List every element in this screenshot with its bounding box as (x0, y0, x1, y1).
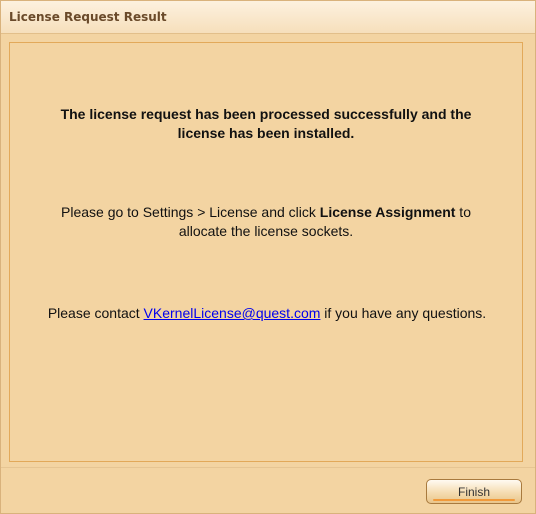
footer-divider (1, 467, 535, 468)
dialog-title: License Request Result (9, 10, 167, 24)
finish-button[interactable]: Finish (426, 479, 522, 504)
result-content-panel: The license request has been processed s… (9, 42, 523, 462)
instruction-suffix: to (455, 204, 471, 220)
success-message-line-1: The license request has been processed s… (60, 106, 472, 122)
instruction-prefix: Please go to Settings > License and clic… (61, 204, 320, 220)
license-request-result-dialog: License Request Result The license reque… (0, 0, 536, 514)
dialog-titlebar: License Request Result (1, 1, 535, 34)
contact-email-link[interactable]: VKernelLicense@quest.com (144, 305, 321, 321)
success-message-line-2: license has been installed. (177, 125, 355, 141)
license-assignment-label: License Assignment (319, 204, 456, 220)
contact-prefix: Please contact (47, 305, 144, 321)
contact-line: Please contact VKernelLicense@quest.com … (2, 304, 532, 323)
contact-suffix: if you have any questions. (320, 305, 487, 321)
instruction-line-1: Please go to Settings > License and clic… (10, 203, 522, 222)
instruction-line-2: allocate the license sockets. (178, 223, 354, 239)
